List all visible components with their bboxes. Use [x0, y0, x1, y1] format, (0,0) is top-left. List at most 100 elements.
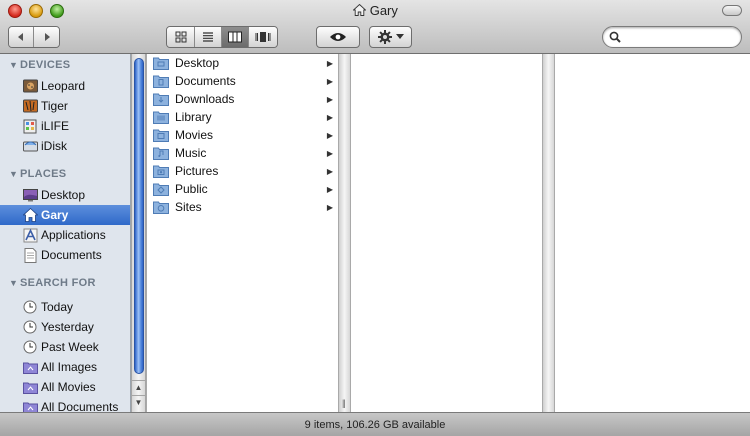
folder-icon	[153, 93, 169, 106]
chevron-down-icon	[396, 34, 404, 39]
disclosure-arrow-icon: ▶	[326, 184, 333, 194]
folder-icon	[153, 111, 169, 124]
forward-arrow-icon	[44, 33, 50, 41]
scroll-down-arrow[interactable]: ▼	[132, 395, 145, 409]
disclosure-arrow-icon: ▶	[326, 94, 333, 104]
hard-drive-icon	[22, 98, 38, 114]
resize-grip-icon: ||	[342, 398, 346, 408]
browser-column-3	[555, 54, 750, 412]
places-header[interactable]: ▼ PLACES	[9, 168, 66, 180]
smart-folder-icon	[22, 379, 38, 395]
list-item-desktop[interactable]: Desktop ▶	[147, 54, 338, 72]
clock-icon	[22, 339, 38, 355]
hard-drive-icon	[22, 78, 38, 94]
gear-icon	[378, 30, 392, 44]
cover-flow-button[interactable]	[249, 27, 277, 47]
cover-flow-icon	[255, 32, 271, 42]
finder-window: Gary ▼ DEVICES Leopard Tiger iLIFE iDisk…	[0, 0, 750, 436]
search-for-header[interactable]: ▼ SEARCH FOR	[9, 277, 96, 289]
quick-look-button[interactable]	[316, 26, 360, 48]
scroll-up-arrow[interactable]: ▲	[132, 380, 145, 394]
list-view-icon	[203, 32, 213, 42]
list-item-public[interactable]: Public ▶	[147, 180, 338, 198]
folder-icon	[153, 75, 169, 88]
list-item-documents[interactable]: Documents ▶	[147, 72, 338, 90]
disclosure-arrow-icon: ▶	[326, 202, 333, 212]
sidebar-item-all-images[interactable]: All Images	[0, 357, 130, 377]
disclosure-arrow-icon: ▶	[326, 166, 333, 176]
eye-icon	[330, 33, 346, 41]
back-button[interactable]	[9, 27, 34, 47]
view-mode-control	[166, 26, 278, 48]
back-forward-control	[8, 26, 60, 48]
idisk-icon	[22, 138, 38, 154]
sidebar-item-all-movies[interactable]: All Movies	[0, 377, 130, 397]
smart-folder-icon	[22, 399, 38, 412]
action-menu-button[interactable]	[369, 26, 412, 48]
smart-folder-icon	[22, 359, 38, 375]
search-icon	[609, 31, 621, 43]
disclosure-arrow-icon: ▶	[326, 112, 333, 122]
disclosure-arrow-icon: ▶	[326, 130, 333, 140]
sidebar-item-applications[interactable]: Applications	[0, 225, 130, 245]
clock-icon	[22, 299, 38, 315]
list-item-pictures[interactable]: Pictures ▶	[147, 162, 338, 180]
folder-icon	[153, 165, 169, 178]
column-view-button[interactable]	[222, 27, 249, 47]
sidebar-item-yesterday[interactable]: Yesterday	[0, 317, 130, 337]
folder-icon	[153, 129, 169, 142]
list-item-music[interactable]: Music ▶	[147, 144, 338, 162]
toolbar-toggle-button[interactable]	[722, 5, 742, 16]
list-item-library[interactable]: Library ▶	[147, 108, 338, 126]
sidebar-item-gary[interactable]: Gary	[0, 205, 130, 225]
desktop-icon	[22, 187, 38, 203]
browser-column-2	[351, 54, 542, 412]
search-input[interactable]	[625, 29, 735, 45]
disclosure-triangle-icon: ▼	[9, 169, 19, 179]
document-icon	[22, 247, 38, 263]
status-text: 9 items, 106.26 GB available	[304, 419, 446, 431]
list-view-button[interactable]	[195, 27, 222, 47]
forward-button[interactable]	[34, 27, 59, 47]
sidebar-item-past-week[interactable]: Past Week	[0, 337, 130, 357]
browser-column-1: Desktop ▶ Documents ▶ Downloads ▶ Librar…	[147, 54, 338, 412]
sidebar-item-documents[interactable]: Documents	[0, 245, 130, 265]
sidebar: ▼ DEVICES Leopard Tiger iLIFE iDisk ▼ PL…	[0, 54, 131, 412]
devices-header[interactable]: ▼ DEVICES	[9, 59, 70, 71]
window-title: Gary	[369, 3, 398, 18]
sidebar-item-leopard[interactable]: Leopard	[0, 76, 130, 96]
folder-icon	[153, 183, 169, 196]
toolbar: Gary	[0, 0, 750, 54]
folder-icon	[153, 201, 169, 214]
disclosure-arrow-icon: ▶	[326, 76, 333, 86]
scrollbar-thumb[interactable]	[134, 58, 144, 374]
icon-view-icon	[175, 31, 186, 43]
applications-icon	[22, 227, 38, 243]
sidebar-item-idisk[interactable]: iDisk	[0, 136, 130, 156]
column-resize-handle[interactable]: ||	[338, 54, 351, 412]
disclosure-triangle-icon: ▼	[9, 60, 19, 70]
search-field[interactable]	[602, 26, 742, 48]
disclosure-arrow-icon: ▶	[326, 148, 333, 158]
list-item-movies[interactable]: Movies ▶	[147, 126, 338, 144]
sidebar-item-today[interactable]: Today	[0, 297, 130, 317]
back-arrow-icon	[18, 33, 23, 41]
sidebar-scrollbar[interactable]: ▲ ▼	[131, 54, 146, 412]
folder-icon	[153, 147, 169, 160]
sidebar-item-desktop[interactable]: Desktop	[0, 185, 130, 205]
sidebar-item-tiger[interactable]: Tiger	[0, 96, 130, 116]
status-bar: 9 items, 106.26 GB available	[0, 412, 750, 436]
folder-icon	[153, 57, 169, 70]
home-icon	[22, 207, 38, 223]
sidebar-item-all-documents[interactable]: All Documents	[0, 397, 130, 412]
icon-view-button[interactable]	[167, 27, 195, 47]
sidebar-item-ilife[interactable]: iLIFE	[0, 116, 130, 136]
list-item-downloads[interactable]: Downloads ▶	[147, 90, 338, 108]
home-icon	[351, 3, 367, 19]
disk-image-icon	[22, 118, 38, 134]
disclosure-arrow-icon: ▶	[326, 58, 333, 68]
list-item-sites[interactable]: Sites ▶	[147, 198, 338, 216]
disclosure-triangle-icon: ▼	[9, 278, 19, 288]
column-resize-handle[interactable]	[542, 54, 555, 412]
window-title-bar: Gary	[0, 3, 750, 19]
